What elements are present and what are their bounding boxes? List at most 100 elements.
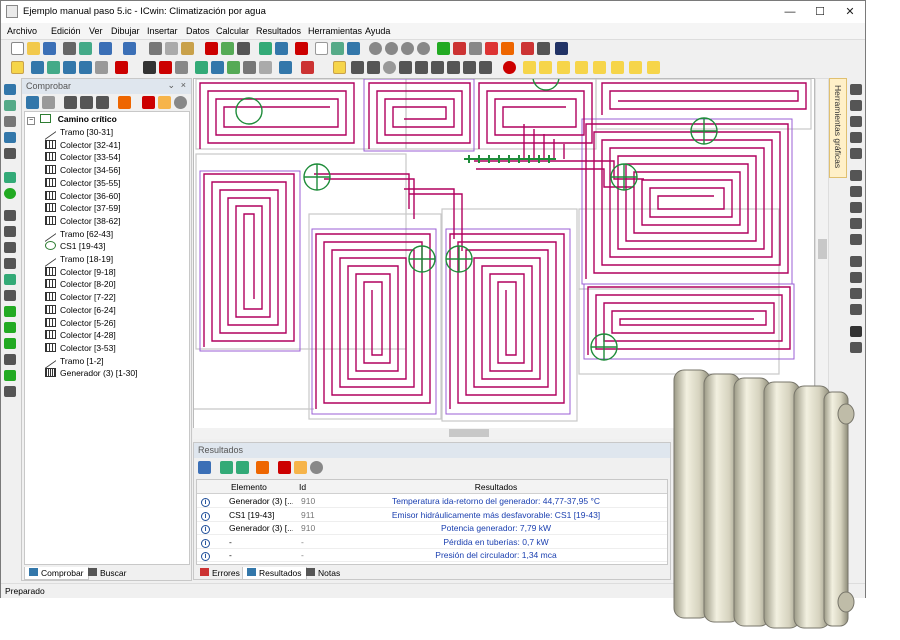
extend-icon[interactable] [850, 186, 862, 197]
tree-item[interactable]: Colector [9-18] [45, 266, 116, 279]
tree-item[interactable]: Colector [7-22] [45, 292, 116, 304]
min-icon[interactable] [333, 61, 346, 74]
draw-return-icon[interactable] [367, 61, 380, 74]
list-icon[interactable] [96, 96, 109, 109]
break-icon[interactable] [850, 218, 862, 229]
info-icon[interactable]: i [201, 537, 210, 548]
table-row[interactable]: i - - Pérdida en tuberías: 0,7 kW [197, 536, 667, 549]
tree-item[interactable]: Colector [34-56] [45, 165, 120, 177]
tree-item[interactable]: Colector [6-24] [45, 304, 116, 317]
pipe-draw-icon[interactable] [301, 61, 314, 74]
menu-archivo[interactable]: Archivo [7, 26, 37, 36]
arc-icon[interactable] [79, 61, 92, 74]
column-header-element[interactable]: Elemento [223, 480, 295, 494]
node-icon[interactable] [383, 61, 396, 74]
tab-resultados[interactable]: Resultados [242, 567, 307, 580]
hatch-icon[interactable] [175, 61, 188, 74]
rectangle-icon[interactable] [63, 61, 76, 74]
snap-icon[interactable] [453, 42, 466, 55]
query-icon[interactable] [479, 61, 492, 74]
info-tool-icon[interactable] [4, 386, 16, 397]
menu-dibujar[interactable]: Dibujar [111, 26, 140, 36]
text-icon[interactable] [521, 42, 534, 55]
tank-icon[interactable] [4, 148, 16, 159]
result-text[interactable]: Temperatura ida-retorno del generador: 4… [325, 496, 667, 506]
menu-datos[interactable]: Datos [186, 26, 210, 36]
menu-calcular[interactable]: Calcular [216, 26, 249, 36]
result-text[interactable]: Emisor hidráulicamente más desfavorable:… [325, 510, 667, 520]
circulator-tool-icon[interactable] [503, 61, 516, 74]
con-icon[interactable] [575, 61, 588, 74]
new-file-icon[interactable] [11, 42, 24, 55]
menu-ver[interactable]: Ver [89, 26, 103, 36]
column-icon[interactable] [259, 61, 272, 74]
info-icon[interactable]: i [201, 523, 210, 534]
info-icon[interactable]: i [201, 496, 210, 507]
dimension-icon[interactable] [159, 61, 172, 74]
tree-item[interactable]: Colector [4-28] [45, 330, 116, 342]
result-text[interactable]: Potencia generador: 7,79 kW [325, 523, 667, 533]
circulator-small-icon[interactable] [4, 306, 16, 317]
connect-icon[interactable] [431, 61, 444, 74]
vertical-scroll-thumb[interactable] [818, 239, 827, 259]
layer-icon[interactable] [501, 42, 514, 55]
tree-item[interactable]: Tramo [18-19] [45, 250, 113, 267]
fan-icon[interactable] [647, 61, 660, 74]
clear-results-icon[interactable] [278, 461, 291, 474]
wall-icon[interactable] [115, 61, 128, 74]
sum-icon[interactable] [295, 42, 308, 55]
align-icon[interactable] [447, 61, 460, 74]
measure-icon[interactable] [437, 42, 450, 55]
radiator-tool-icon[interactable] [4, 210, 16, 221]
column-header-results[interactable]: Resultados [325, 480, 667, 494]
table-row[interactable]: i - - Presión del circulador: 1,34 mca [197, 549, 667, 562]
circle-icon[interactable] [95, 61, 108, 74]
layers-stack-icon[interactable] [555, 42, 568, 55]
floor-icon[interactable] [4, 100, 16, 111]
line-icon[interactable] [31, 61, 44, 74]
storage-icon[interactable] [4, 370, 16, 381]
valve-tool-icon[interactable] [4, 290, 16, 301]
pin-icon[interactable]: ⌄ [167, 80, 175, 91]
offset-icon[interactable] [463, 61, 476, 74]
search-icon[interactable] [174, 96, 187, 109]
door-icon[interactable] [211, 61, 224, 74]
image-icon[interactable] [279, 61, 292, 74]
maximize-button[interactable]: ☐ [805, 1, 835, 23]
report-icon[interactable] [331, 42, 344, 55]
minimize-button[interactable]: — [775, 1, 805, 23]
arrow-icon[interactable] [4, 274, 16, 285]
storey-icon[interactable] [4, 116, 16, 127]
tree-item[interactable]: Colector [32-41] [45, 139, 120, 152]
stair-icon[interactable] [243, 61, 256, 74]
room-icon[interactable] [195, 61, 208, 74]
rename-icon[interactable] [64, 96, 77, 109]
menu-insertar[interactable]: Insertar [147, 26, 178, 36]
table-row[interactable]: i Generador (3) [... 910 Temperatura ida-re… [197, 495, 667, 508]
tree-item[interactable]: Tramo [30-31] [45, 123, 113, 140]
convector-icon[interactable] [4, 242, 16, 253]
tab-errores[interactable]: Errores [196, 567, 244, 580]
result-text[interactable]: Presión del circulador: 1,34 mca [325, 550, 667, 560]
tab-buscar[interactable]: Buscar [84, 567, 130, 580]
fillet-icon[interactable] [850, 202, 862, 213]
fancoil-icon[interactable] [4, 258, 16, 269]
delete-icon[interactable] [205, 42, 218, 55]
trim-icon[interactable] [850, 170, 862, 181]
polyline-icon[interactable] [47, 61, 60, 74]
panel-close-icon[interactable]: × [181, 80, 186, 90]
ped-icon[interactable] [523, 61, 536, 74]
rotate-icon[interactable] [850, 116, 862, 127]
check-all-icon[interactable] [198, 461, 211, 474]
zoom-window-icon[interactable] [417, 42, 430, 55]
manifold-icon[interactable] [4, 172, 16, 183]
horizontal-scroll-thumb[interactable] [449, 429, 489, 437]
collapse-icon[interactable] [42, 96, 55, 109]
generator-tool-icon[interactable] [4, 322, 16, 333]
info-icon[interactable]: i [201, 510, 210, 521]
tab-comprobar[interactable]: Comprobar [24, 567, 89, 580]
tree-item[interactable]: Colector [35-55] [45, 177, 120, 190]
export-icon[interactable] [220, 461, 233, 474]
table-row[interactable]: i Generador (3) [... 910 Potencia generador… [197, 522, 667, 535]
tree-item[interactable]: Colector [33-54] [45, 152, 120, 164]
